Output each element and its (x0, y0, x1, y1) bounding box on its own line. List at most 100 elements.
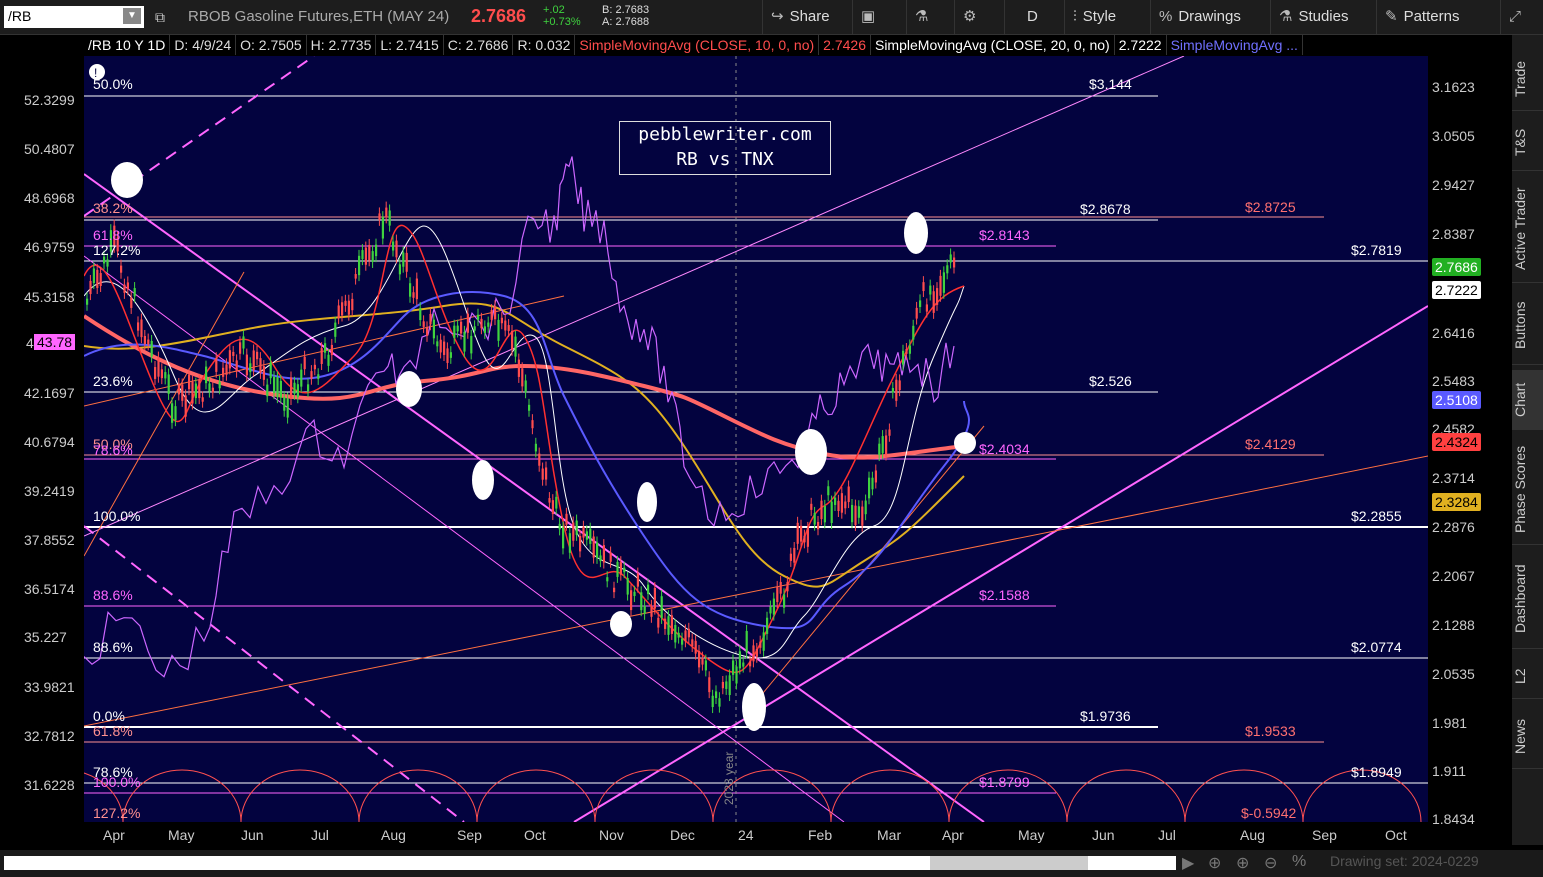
candle-body (783, 594, 786, 608)
right-axis-tick: 2.3714 (1432, 470, 1475, 486)
candle-body (694, 640, 697, 654)
symbol-input[interactable]: /RB ▼ (4, 6, 144, 28)
candle-body (171, 403, 174, 423)
candle-body (375, 244, 378, 257)
link-icon[interactable]: ⧉ (150, 7, 170, 27)
candle-body (616, 561, 619, 577)
timeframe-button[interactable]: D (1004, 0, 1064, 34)
candle-body (565, 513, 568, 525)
chart-scrollbar[interactable]: ▶ ⊕ ⊕ ⊖ % (0, 850, 1543, 877)
left-axis-tick: 35.227 (24, 629, 67, 645)
candle-body (691, 639, 694, 647)
fib-label: 100.0% (93, 508, 141, 524)
fib-label: 38.2% (93, 200, 133, 216)
bar-date: D: 4/9/24 (170, 35, 237, 55)
studies-button[interactable]: ⚗ Studies (1270, 0, 1376, 34)
time-axis-tick: Jun (1092, 827, 1115, 843)
sma20-label[interactable]: SimpleMovingAvg (CLOSE, 20, 0, no) (871, 35, 1115, 55)
chart-style-icon: ⫶ (1073, 8, 1077, 25)
crosshair-icon[interactable]: ⊕ (1208, 853, 1221, 873)
zoom-out-icon[interactable]: ⊖ (1264, 853, 1277, 873)
candle-body (789, 553, 792, 561)
cycle-arc (830, 769, 950, 822)
style-button[interactable]: ⫶ Style (1064, 0, 1150, 34)
right-axis-price-tag: 2.4324 (1432, 433, 1481, 451)
candle-body (626, 578, 629, 595)
sma-more-label[interactable]: SimpleMovingAvg ... (1167, 35, 1303, 55)
time-axis-tick: Mar (877, 827, 902, 843)
sidebar-tab-trade[interactable]: Trade (1512, 47, 1543, 111)
candle-body (701, 657, 704, 665)
sidebar-tab-chart[interactable]: Chart (1512, 370, 1543, 430)
sidebar-tab-l2[interactable]: L2 (1512, 655, 1543, 699)
candle-body (762, 632, 765, 651)
candle-body (854, 505, 857, 526)
candle-body (823, 505, 826, 523)
flask-button[interactable]: ⚗ (906, 0, 954, 34)
candle-body (647, 584, 650, 594)
candle-body (402, 252, 405, 267)
right-axis-tick: 1.911 (1432, 763, 1466, 779)
fib-label: 88.6% (93, 639, 133, 655)
expand-button[interactable]: ⤢ (1500, 0, 1543, 34)
right-sidebar: Trade T&S Active Trader Buttons Chart Phase S… (1512, 35, 1543, 845)
fib-price-label: $1.8949 (1351, 764, 1402, 780)
sidebar-tab-news[interactable]: News (1512, 705, 1543, 769)
candle-body (188, 374, 191, 390)
zoom-in-icon[interactable]: ⊕ (1236, 853, 1249, 873)
candle-body (276, 377, 279, 398)
cycle-arcs (84, 769, 1422, 822)
sma10-label[interactable]: SimpleMovingAvg (CLOSE, 10, 0, no) (575, 35, 820, 55)
drawings-button[interactable]: % Drawings (1150, 0, 1270, 34)
candle-body (201, 397, 204, 402)
candle-body (133, 288, 136, 297)
time-axis[interactable]: Apr May Jun Jul Aug Sep Oct Nov Dec 24 Feb Mar Apr Ma… (84, 824, 1428, 850)
sidebar-tab-active-trader[interactable]: Active Trader (1512, 175, 1543, 283)
watermark-box: pebblewriter.com RB vs TNX (619, 121, 831, 175)
share-label: Share (789, 8, 830, 25)
candle-body (545, 467, 548, 480)
candle-body (313, 364, 316, 370)
left-price-axis[interactable]: 52.3299 50.4807 48.6968 46.9759 45.3158 4 42.1… (0, 35, 84, 825)
sidebar-tab-phase-scores[interactable]: Phase Scores (1512, 435, 1543, 545)
sidebar-tab-buttons[interactable]: Buttons (1512, 287, 1543, 365)
patterns-button[interactable]: ✎ Patterns (1376, 0, 1500, 34)
candle-body (592, 536, 595, 558)
left-axis-tag: 43.78 (34, 334, 76, 350)
candle-body (827, 486, 830, 496)
scroll-right-icon[interactable]: ▶ (1182, 853, 1194, 873)
scroll-thumb[interactable] (930, 856, 1088, 870)
right-axis-tick: 3.1623 (1432, 79, 1475, 95)
sidebar-tab-t-s[interactable]: T&S (1512, 115, 1543, 171)
candle-body (657, 617, 660, 628)
left-axis-tick: 42.1697 (24, 385, 75, 401)
candle-body (735, 666, 738, 684)
right-price-axis[interactable]: 3.1623 3.0505 2.9427 2.8387 2.6416 2.5483 2.45… (1428, 35, 1512, 827)
candle-body (810, 503, 813, 510)
candle-body (511, 331, 514, 350)
right-axis-tick: 1.8434 (1432, 811, 1475, 827)
candle-body (269, 362, 272, 379)
candle-body (334, 322, 337, 337)
bar-open: O: 2.7505 (236, 35, 307, 55)
candle-body (494, 306, 497, 320)
marker-ellipse (111, 162, 143, 198)
candle-body (205, 366, 208, 384)
candle-body (684, 630, 687, 642)
candle-body (273, 376, 276, 394)
snapshot-button[interactable]: ▣ (852, 0, 906, 34)
candle-body (507, 325, 510, 331)
share-icon: ↪ (771, 8, 784, 25)
candle-body (534, 443, 537, 452)
right-axis-price-tag: 2.7222 (1432, 281, 1481, 299)
candle-body (813, 512, 816, 525)
candle-body (806, 527, 809, 547)
share-button[interactable]: ↪ Share (762, 0, 852, 34)
candle-body (412, 292, 415, 298)
settings-button[interactable]: ⚙ (954, 0, 1004, 34)
chevron-down-icon[interactable]: ▼ (123, 8, 141, 24)
candle-body (800, 525, 803, 542)
percent-icon[interactable]: % (1292, 853, 1306, 871)
drawings-label: Drawings (1178, 8, 1241, 25)
sidebar-tab-dashboard[interactable]: Dashboard (1512, 549, 1543, 649)
